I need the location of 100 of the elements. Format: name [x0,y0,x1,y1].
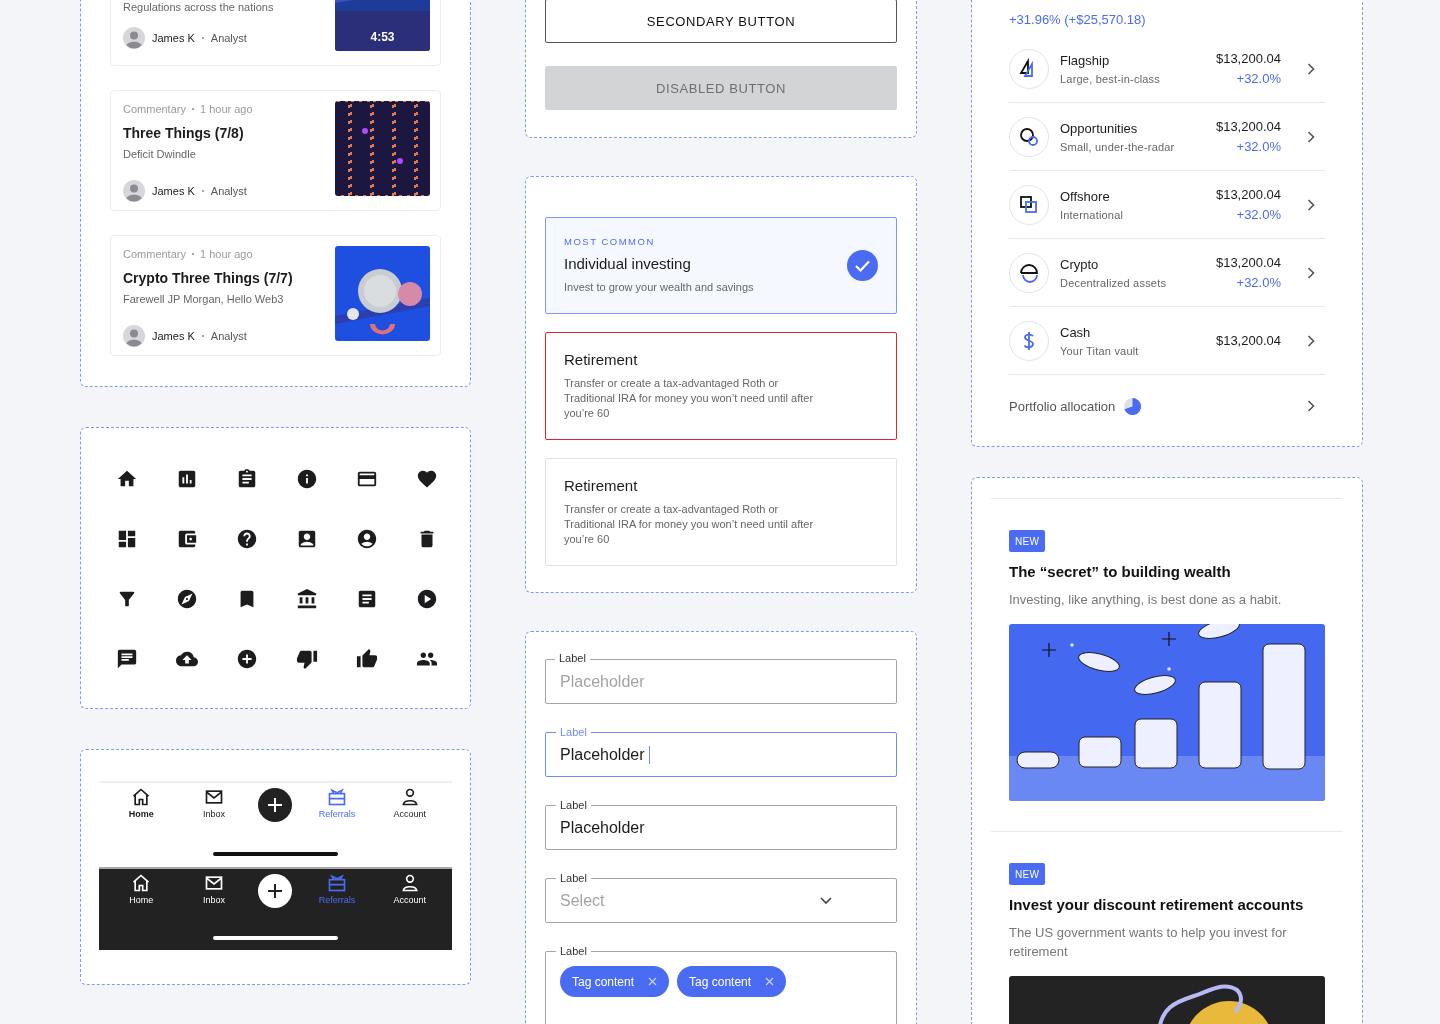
bank-icon [296,588,318,610]
chevron-right-icon [1307,334,1315,347]
clipboard-icon [236,468,258,490]
nav-tab[interactable]: Account [381,873,438,905]
avatar [123,27,145,49]
account-icon [356,528,378,550]
thumbs-up-icon [356,648,378,670]
holding-row[interactable]: Cash Your Titan vault $13,200.04 [1009,307,1325,375]
dashboard-icon [116,528,138,550]
nav-tab[interactable]: Home [113,873,170,905]
holding-description: Your Titan vault [1060,344,1140,357]
add-button[interactable] [258,788,293,822]
info-icon [296,468,318,490]
help-icon [236,528,258,550]
article-title: Crypto Three Things (7/7) [123,270,294,286]
holding-row[interactable]: Flagship Large, best-in-class $13,200.04 +32.0% [1009,35,1325,103]
nav-tab[interactable]: Referrals [309,873,366,905]
holding-description: Small, under-the-radar [1060,140,1176,153]
author-role: Analyst [210,185,247,197]
holding-value: $13,200.04 [1215,333,1281,348]
field-label: Label [556,944,591,958]
account-option[interactable]: MOST COMMON Individual investing Invest to grow your wealth and savings [545,217,897,314]
wallet-icon [176,528,198,550]
add-icon [236,648,258,670]
author-name: James K [152,185,195,197]
video-duration: 4:53 [369,30,396,44]
home-icon [131,873,152,893]
nav-tab[interactable]: Inbox [185,787,242,819]
article-subtitle: Farewell JP Morgan, Hello Web3 [123,293,285,305]
article-description: The US government wants to help you invest for retirement [1009,924,1288,961]
portfolio-change: +31.96% (+$25,570.18) [1009,12,1147,27]
allocation-row[interactable]: Portfolio allocation [1009,375,1325,437]
add-button[interactable] [258,874,293,908]
holding-name: Flagship [1060,52,1111,68]
avatar [123,325,145,347]
author-name: James K [152,330,195,342]
holding-description: Large, best-in-class [1060,72,1161,85]
squares-icon [1018,193,1040,216]
option-description: Transfer or create a tax-advantaged Roth or Traditional IRA for money you won’t need until after you’re 60 [564,376,815,421]
account-option[interactable]: Retirement Transfer or create a tax-advantaged Roth or Traditional IRA for money you won’t need until after you’re 60 [545,332,897,440]
text-cursor [648,745,650,764]
chevron-right-icon [1307,62,1315,75]
holding-value: $13,200.04 [1215,187,1281,202]
holding-row[interactable]: Crypto Decentralized assets $13,200.04 +32.0% [1009,239,1325,307]
article-time: 1 hour ago [199,103,253,115]
avatar [123,180,145,202]
author-role: Analyst [210,330,247,342]
article-card[interactable]: Regulations across the nations James K Analyst 4:53 [110,0,441,66]
bar-chart-icon [176,468,198,490]
holding-value: $13,200.04 [1215,255,1281,270]
article-card[interactable]: Commentary 1 hour ago Three Things (7/8) Deficit Dwindle James K Analyst [110,90,441,211]
holding-name: Opportunities [1060,120,1139,136]
secondary-button[interactable]: SECONDARY BUTTON [545,0,897,43]
field-label: Label [556,871,591,885]
chat-icon [116,648,138,670]
article-card[interactable]: Commentary 1 hour ago Crypto Three Things (7/7) Farewell JP Morgan, Hello Web3 James K Analyst [110,235,441,356]
field-label: Label [556,798,591,812]
option-eyebrow: MOST COMMON [564,236,656,247]
tag-chip[interactable]: Tag content [560,966,670,997]
allocation-label: Portfolio allocation [1009,398,1116,414]
tag-chip[interactable]: Tag content [677,966,787,997]
holding-value: $13,200.04 [1215,51,1281,66]
article-title: Three Things (7/8) [123,125,245,141]
play-icon [416,588,438,610]
article-category: Commentary [123,248,186,260]
close-icon [648,977,658,986]
plus-icon [267,797,284,813]
mail-icon [203,873,224,893]
field-label: Label [555,651,590,665]
holding-name: Crypto [1060,256,1100,272]
holding-value: $13,200.04 [1215,119,1281,134]
option-title: Retirement [564,477,639,494]
home-icon [131,787,152,807]
holding-return: +32.0% [1236,207,1281,222]
holding-return: +32.0% [1236,71,1281,86]
nav-tab[interactable]: Home [113,787,170,819]
author-name: James K [152,32,195,44]
nav-tab[interactable]: Inbox [185,873,242,905]
author-role: Analyst [210,32,247,44]
new-badge: NEW [1009,530,1046,552]
half-circle-icon [1018,261,1040,284]
holding-row[interactable]: Offshore International $13,200.04 +32.0% [1009,171,1325,239]
option-description: Transfer or create a tax-advantaged Roth or Traditional IRA for money you won’t need until after you’re 60 [564,502,815,547]
account-option[interactable]: Retirement Transfer or create a tax-advantaged Roth or Traditional IRA for money you won’t need until after you’re 60 [545,458,897,566]
article-title: Invest your discount retirement accounts [1009,896,1304,913]
option-title: Retirement [564,351,639,368]
holding-row[interactable]: Opportunities Small, under-the-radar $13,200.04 +32.0% [1009,103,1325,171]
holding-return: +32.0% [1236,139,1281,154]
person-icon [399,787,420,807]
chevron-right-icon [1307,198,1315,211]
field-label: Label [556,725,591,739]
holding-name: Offshore [1060,188,1111,204]
plus-icon [267,883,284,899]
pie-chart-icon [1123,396,1143,416]
circles-icon [1018,125,1040,148]
nav-tab[interactable]: Referrals [309,787,366,819]
chevron-down-icon [820,896,832,905]
nav-tab[interactable]: Account [381,787,438,819]
person-icon [399,873,420,893]
chevron-right-icon [1307,266,1315,279]
